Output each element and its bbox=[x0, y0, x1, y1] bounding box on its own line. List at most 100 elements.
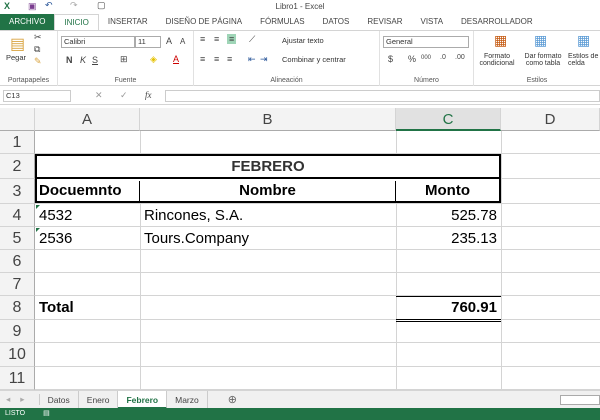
tab-inicio[interactable]: INICIO bbox=[54, 14, 99, 30]
styles-group: ▦ Formato condicional ▦ Dar formato como… bbox=[474, 31, 600, 86]
sheet-tab-datos[interactable]: Datos bbox=[40, 390, 79, 409]
underline-button[interactable]: S bbox=[92, 55, 98, 65]
styles-label: Estilos bbox=[526, 77, 548, 84]
number-format-select[interactable]: General bbox=[383, 36, 469, 48]
column-header-c[interactable]: C bbox=[396, 108, 501, 131]
row-gridline bbox=[35, 342, 600, 343]
cut-icon[interactable]: ✂ bbox=[34, 32, 42, 43]
fill-color-icon[interactable]: ◈ bbox=[150, 54, 157, 65]
bold-button[interactable]: N bbox=[66, 55, 73, 65]
add-sheet-icon[interactable]: ⊕ bbox=[208, 393, 257, 406]
name-box[interactable]: C13 bbox=[3, 90, 71, 102]
conditional-format-button[interactable]: Formato condicional bbox=[476, 53, 518, 67]
borders-icon[interactable]: ⊞ bbox=[120, 54, 128, 65]
font-name-select[interactable]: Calibri bbox=[61, 36, 135, 48]
font-group: Calibri 11 A A N K S ⊞ ◈ A Fuente bbox=[58, 31, 194, 86]
currency-button[interactable]: $ bbox=[388, 54, 393, 64]
increase-decimal-icon[interactable]: .0 bbox=[440, 54, 446, 61]
cell-a5[interactable]: 2536 bbox=[35, 227, 76, 250]
next-sheet-icon[interactable]: ▸ bbox=[16, 394, 40, 405]
tab-datos[interactable]: DATOS bbox=[314, 14, 359, 30]
header-nombre[interactable]: Nombre bbox=[140, 181, 396, 201]
row-gridline bbox=[35, 366, 600, 367]
formula-input[interactable] bbox=[165, 90, 600, 102]
merge-center-button[interactable]: Combinar y centrar bbox=[282, 55, 346, 64]
row-header-1[interactable]: 1 bbox=[0, 131, 35, 154]
align-left-icon[interactable]: ≡ bbox=[200, 54, 205, 64]
row-header-3[interactable]: 3 bbox=[0, 179, 35, 204]
insert-function-button[interactable]: fx bbox=[145, 90, 152, 100]
column-header-a[interactable]: A bbox=[35, 108, 140, 131]
orientation-icon[interactable]: ⟋ bbox=[249, 34, 255, 45]
row-header-9[interactable]: 9 bbox=[0, 320, 35, 343]
row-header-10[interactable]: 10 bbox=[0, 343, 35, 367]
cell-styles-button[interactable]: Estilos de celda bbox=[568, 53, 600, 67]
tab-diseno-pagina[interactable]: DISEÑO DE PÁGINA bbox=[157, 14, 251, 30]
cell-c5[interactable]: 235.13 bbox=[396, 227, 501, 250]
align-right-icon[interactable]: ≡ bbox=[227, 54, 232, 64]
paste-button[interactable]: Pegar bbox=[6, 53, 26, 62]
align-bottom-icon[interactable]: ≡ bbox=[227, 34, 237, 44]
enter-icon[interactable]: ✓ bbox=[120, 90, 128, 101]
row-header-11[interactable]: 11 bbox=[0, 367, 35, 390]
align-middle-icon[interactable]: ≡ bbox=[214, 34, 219, 44]
row-header-5[interactable]: 5 bbox=[0, 227, 35, 250]
row-header-7[interactable]: 7 bbox=[0, 273, 35, 296]
prev-sheet-icon[interactable]: ◂ bbox=[0, 394, 16, 405]
tab-insertar[interactable]: INSERTAR bbox=[99, 14, 157, 30]
shrink-font-icon[interactable]: A bbox=[180, 37, 185, 46]
title-cell[interactable]: FEBRERO bbox=[35, 154, 501, 179]
column-header-b[interactable]: B bbox=[140, 108, 396, 131]
sheet-tabs-bar: ◂ ▸ Datos Enero Febrero Marzo ⊕ bbox=[0, 390, 600, 409]
macro-record-icon[interactable]: ▤ bbox=[43, 410, 50, 417]
font-size-select[interactable]: 11 bbox=[135, 36, 161, 48]
row-gridline bbox=[35, 295, 600, 296]
row-header-4[interactable]: 4 bbox=[0, 204, 35, 227]
decrease-decimal-icon[interactable]: .00 bbox=[455, 54, 465, 61]
tab-desarrollador[interactable]: DESARROLLADOR bbox=[452, 14, 542, 30]
header-monto[interactable]: Monto bbox=[396, 181, 499, 201]
status-text: LISTO bbox=[5, 410, 26, 417]
cell-b5[interactable]: Tours.Company bbox=[140, 227, 253, 250]
cell-b4[interactable]: Rincones, S.A. bbox=[140, 204, 247, 227]
tab-formulas[interactable]: FÓRMULAS bbox=[251, 14, 313, 30]
row-header-6[interactable]: 6 bbox=[0, 250, 35, 273]
percent-button[interactable]: % bbox=[408, 54, 416, 64]
sheet-tab-marzo[interactable]: Marzo bbox=[167, 390, 208, 409]
grow-font-icon[interactable]: A bbox=[166, 36, 172, 46]
wrap-text-button[interactable]: Ajustar texto bbox=[282, 36, 324, 45]
row-header-8[interactable]: 8 bbox=[0, 296, 35, 320]
tab-revisar[interactable]: REVISAR bbox=[358, 14, 411, 30]
row-gridline bbox=[35, 319, 600, 320]
row-header-2[interactable]: 2 bbox=[0, 154, 35, 179]
paste-icon[interactable]: ▤ bbox=[10, 34, 25, 54]
font-color-icon[interactable]: A bbox=[173, 54, 179, 64]
cell-a4[interactable]: 4532 bbox=[35, 204, 76, 227]
copy-icon[interactable]: ⧉ bbox=[34, 44, 40, 55]
header-documento[interactable]: Docuemnto bbox=[35, 181, 140, 201]
column-header-d[interactable]: D bbox=[501, 108, 600, 131]
error-indicator-icon bbox=[36, 205, 40, 209]
cell-styles-icon: ▦ bbox=[577, 32, 591, 48]
format-painter-icon[interactable]: ✎ bbox=[34, 56, 42, 67]
tab-vista[interactable]: VISTA bbox=[412, 14, 453, 30]
font-label: Fuente bbox=[114, 77, 137, 84]
tab-archivo[interactable]: ARCHIVO bbox=[0, 14, 55, 30]
cell-a8-total-label[interactable]: Total bbox=[35, 296, 78, 319]
format-as-table-button[interactable]: Dar formato como tabla bbox=[520, 53, 566, 67]
align-top-icon[interactable]: ≡ bbox=[200, 34, 205, 44]
sheet-tab-enero[interactable]: Enero bbox=[79, 390, 119, 409]
decrease-indent-icon[interactable]: ⇤ bbox=[248, 54, 256, 65]
cell-c4[interactable]: 525.78 bbox=[396, 204, 501, 227]
row-gridline bbox=[35, 249, 600, 250]
sheet-tab-febrero[interactable]: Febrero bbox=[118, 390, 168, 409]
align-center-icon[interactable]: ≡ bbox=[214, 54, 219, 64]
horizontal-scrollbar[interactable] bbox=[560, 394, 600, 405]
select-all-corner[interactable] bbox=[0, 108, 35, 131]
cancel-icon[interactable]: ✕ bbox=[95, 90, 103, 101]
italic-button[interactable]: K bbox=[80, 55, 86, 65]
cell-c8-total-value[interactable]: 760.91 bbox=[396, 296, 501, 322]
status-bar: LISTO ▤ bbox=[0, 408, 600, 420]
increase-indent-icon[interactable]: ⇥ bbox=[260, 54, 268, 65]
thousands-button[interactable]: 000 bbox=[421, 55, 431, 61]
